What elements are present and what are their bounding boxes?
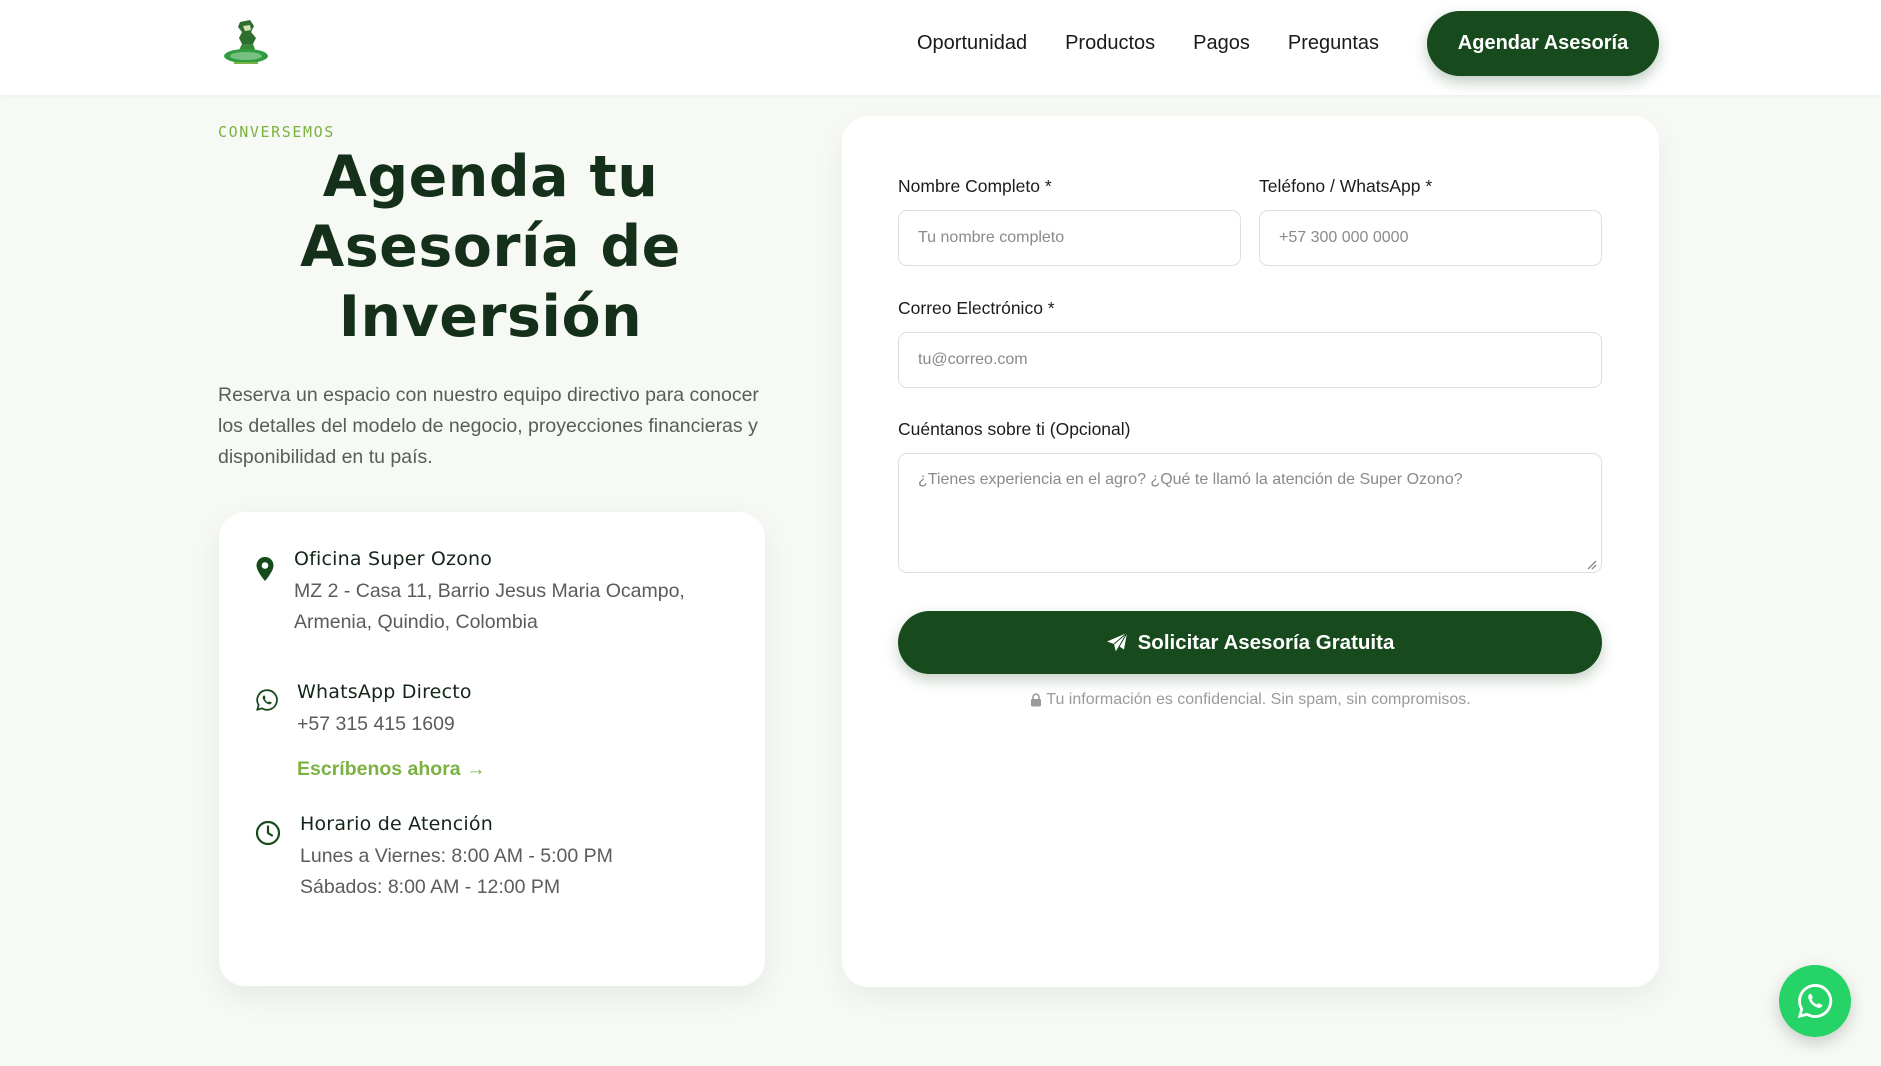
whatsapp-phone: +57 315 415 1609 bbox=[297, 713, 455, 735]
office-address-line: Armenia, Quindio, Colombia bbox=[294, 611, 538, 633]
title-line: Asesoría de bbox=[300, 214, 681, 280]
nav-pagos[interactable]: Pagos bbox=[1193, 32, 1250, 62]
send-icon bbox=[1106, 632, 1128, 652]
page-title: Agenda tu Asesoría de Inversión bbox=[218, 142, 763, 352]
name-label: Nombre Completo * bbox=[898, 176, 1052, 196]
title-line: Inversión bbox=[338, 284, 643, 350]
resize-handle-icon[interactable] bbox=[1586, 557, 1597, 570]
whatsapp-info: WhatsApp Directo +57 315 415 1609 Escríb… bbox=[297, 681, 486, 781]
office-info: Oficina Super Ozono MZ 2 - Casa 11, Barr… bbox=[294, 548, 685, 638]
lock-icon bbox=[1031, 693, 1042, 707]
whatsapp-write-link[interactable]: Escríbenos ahora → bbox=[297, 758, 486, 781]
site-header: Oportunidad Productos Pagos Preguntas Ag… bbox=[0, 0, 1881, 95]
hours-weekdays: Lunes a Viernes: 8:00 AM - 5:00 PM bbox=[300, 845, 613, 867]
nav-productos[interactable]: Productos bbox=[1065, 32, 1155, 62]
hours-info: Horario de Atención Lunes a Viernes: 8:0… bbox=[300, 813, 613, 903]
name-placeholder: Tu nombre completo bbox=[918, 229, 1065, 246]
email-field[interactable]: tu@correo.com bbox=[898, 332, 1602, 388]
email-label: Correo Electrónico * bbox=[898, 298, 1055, 318]
about-textarea[interactable]: ¿Tienes experiencia en el agro? ¿Qué te … bbox=[898, 453, 1602, 573]
email-placeholder: tu@correo.com bbox=[918, 351, 1028, 368]
contact-info-card: Oficina Super Ozono MZ 2 - Casa 11, Barr… bbox=[219, 512, 765, 986]
contact-form-card: Nombre Completo * Tu nombre completo Tel… bbox=[842, 116, 1659, 987]
office-address-line: MZ 2 - Casa 11, Barrio Jesus Maria Ocamp… bbox=[294, 580, 685, 602]
title-line: Agenda tu bbox=[322, 144, 659, 210]
main-nav: Oportunidad Productos Pagos Preguntas bbox=[917, 32, 1417, 62]
whatsapp-icon bbox=[1797, 984, 1833, 1019]
whatsapp-icon bbox=[255, 688, 279, 717]
submit-label: Solicitar Asesoría Gratuita bbox=[1137, 630, 1395, 654]
hero-description: Reserva un espacio con nuestro equipo di… bbox=[218, 384, 759, 468]
map-pin-icon bbox=[255, 556, 275, 587]
phone-placeholder: +57 300 000 0000 bbox=[1279, 229, 1409, 246]
agendar-asesoria-button[interactable]: Agendar Asesoría bbox=[1427, 11, 1659, 76]
whatsapp-title: WhatsApp Directo bbox=[297, 681, 472, 703]
office-title: Oficina Super Ozono bbox=[294, 548, 493, 570]
about-placeholder: ¿Tienes experiencia en el agro? ¿Qué te … bbox=[918, 471, 1463, 488]
super-ozono-logo[interactable] bbox=[220, 18, 272, 68]
hours-saturday: Sábados: 8:00 AM - 12:00 PM bbox=[300, 876, 561, 898]
privacy-text: Tu información es confidencial. Sin spam… bbox=[1046, 691, 1471, 708]
name-field[interactable]: Tu nombre completo bbox=[898, 210, 1241, 266]
nav-oportunidad[interactable]: Oportunidad bbox=[917, 32, 1027, 62]
privacy-note: Tu información es confidencial. Sin spam… bbox=[842, 691, 1659, 709]
clock-icon bbox=[255, 820, 281, 851]
hours-title: Horario de Atención bbox=[300, 813, 493, 835]
whatsapp-float-button[interactable] bbox=[1779, 965, 1851, 1037]
phone-label: Teléfono / WhatsApp * bbox=[1259, 176, 1433, 196]
section-eyebrow: CONVERSEMOS bbox=[218, 123, 335, 141]
nav-preguntas[interactable]: Preguntas bbox=[1288, 32, 1379, 62]
phone-field[interactable]: +57 300 000 0000 bbox=[1259, 210, 1602, 266]
submit-button[interactable]: Solicitar Asesoría Gratuita bbox=[898, 611, 1602, 674]
about-label: Cuéntanos sobre ti (Opcional) bbox=[898, 419, 1131, 439]
